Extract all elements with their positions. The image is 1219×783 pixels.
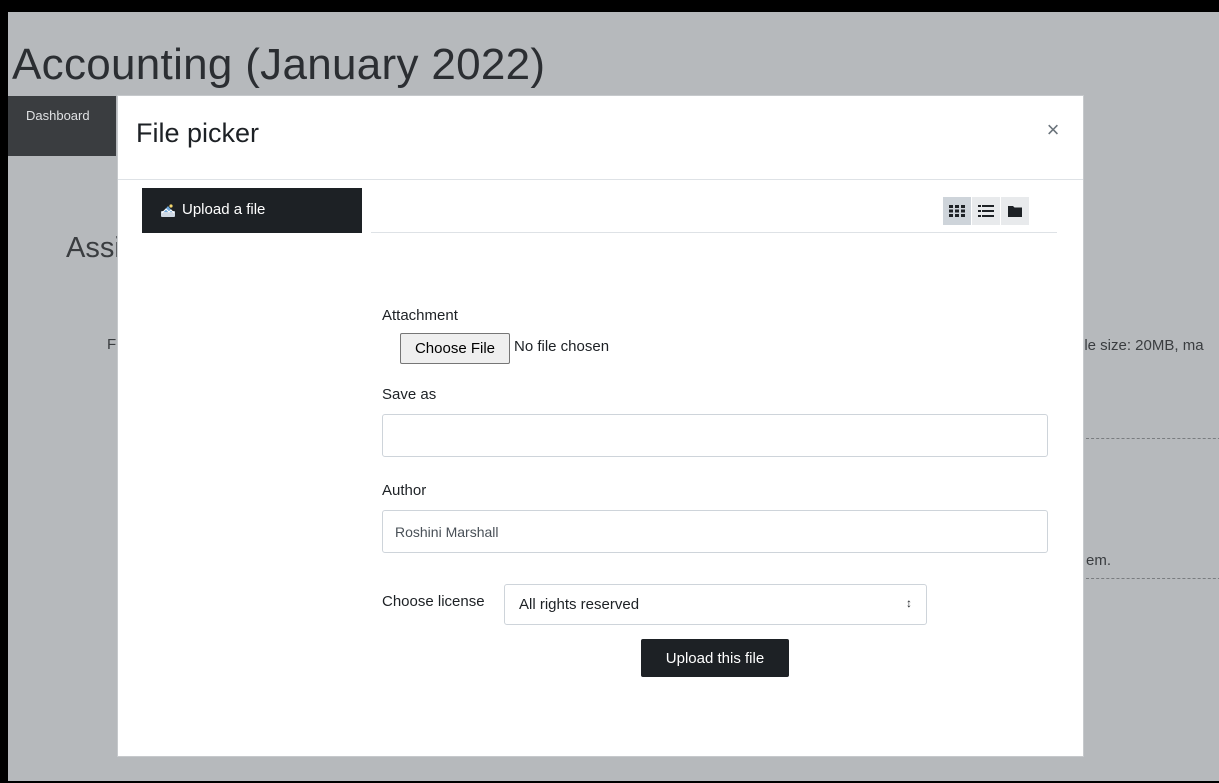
dropzone-border-top bbox=[1086, 438, 1219, 439]
folder-icon bbox=[1008, 206, 1022, 217]
sort-caret-icon: ↕ bbox=[906, 596, 912, 610]
save-as-label: Save as bbox=[382, 386, 437, 403]
view-icons-button[interactable] bbox=[943, 197, 971, 225]
course-title: Accounting (January 2022) bbox=[12, 40, 546, 89]
section-heading: Assi bbox=[66, 232, 121, 264]
view-list-button[interactable] bbox=[972, 197, 1000, 225]
file-picker-dialog: File picker × Upload a file Attachment C… bbox=[117, 95, 1084, 757]
attachment-label: Attachment bbox=[382, 307, 458, 324]
background-text-fragment: em. bbox=[1086, 552, 1112, 569]
nav-dashboard-label: Dashboard bbox=[26, 108, 90, 123]
author-input[interactable] bbox=[382, 510, 1048, 553]
dialog-title: File picker bbox=[136, 118, 260, 148]
close-button[interactable]: × bbox=[1037, 114, 1069, 146]
upload-this-file-button[interactable]: Upload this file bbox=[641, 639, 789, 677]
upload-icon bbox=[161, 204, 175, 217]
dropzone-border-bottom bbox=[1086, 578, 1219, 579]
license-select[interactable]: All rights reserved ↕ bbox=[504, 584, 927, 625]
repository-label: Upload a file bbox=[182, 201, 266, 218]
view-tree-button[interactable] bbox=[1001, 197, 1029, 225]
background-text-fragment: F bbox=[107, 336, 117, 353]
author-label: Author bbox=[382, 482, 427, 499]
grid-icon bbox=[949, 205, 965, 217]
file-status-text: No file chosen bbox=[514, 338, 610, 355]
license-selected-value: All rights reserved bbox=[519, 596, 640, 613]
license-label: Choose license bbox=[382, 593, 485, 610]
dialog-header: File picker × bbox=[118, 96, 1083, 180]
view-mode-toggle bbox=[942, 197, 1029, 225]
course-page: Accounting (January 2022) Dashboard Assi… bbox=[8, 12, 1219, 781]
max-file-size-text: ile size: 20MB, ma bbox=[1081, 337, 1204, 354]
toolbar-divider bbox=[371, 232, 1057, 233]
choose-file-button[interactable]: Choose File bbox=[400, 333, 510, 364]
save-as-input[interactable] bbox=[382, 414, 1048, 457]
nav-dashboard[interactable]: Dashboard bbox=[8, 96, 116, 156]
list-icon bbox=[978, 205, 994, 217]
repository-upload-a-file[interactable]: Upload a file bbox=[142, 188, 362, 233]
